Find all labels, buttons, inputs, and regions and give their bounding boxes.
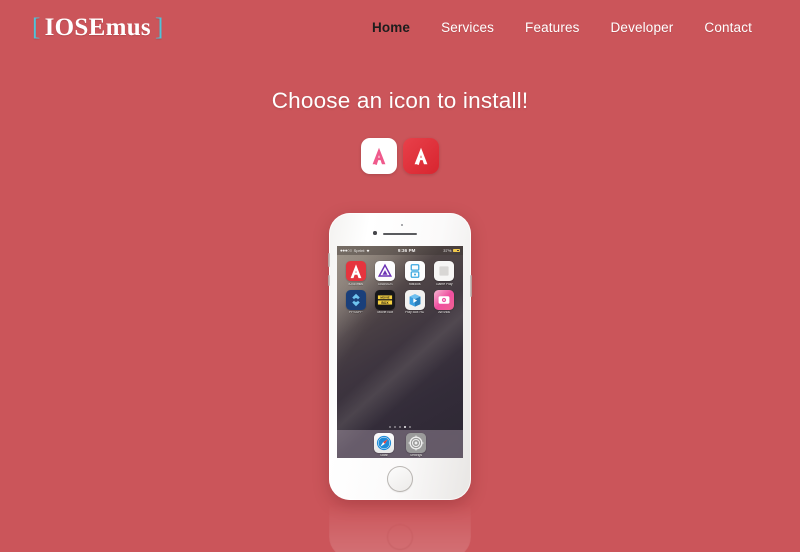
icon-choice-red[interactable] [403, 138, 439, 174]
logo-open-bracket: [ [32, 13, 41, 41]
app-ppsspp[interactable]: PPSSPP [341, 289, 371, 315]
nav-item-services[interactable]: Services [441, 20, 494, 35]
ios-dock: Safari Settings [337, 430, 463, 458]
app-label: Safari [379, 454, 389, 458]
app-gameplay[interactable]: Game Play [430, 261, 460, 286]
app-gba4ios[interactable]: GBA4iOS [371, 261, 401, 286]
phone-reflection [329, 502, 471, 552]
gba4ios-app-icon [375, 261, 396, 281]
svg-text:MOVIE: MOVIE [381, 295, 390, 299]
app-label: AirShou [438, 311, 451, 315]
app-label: nds4ios [408, 282, 421, 286]
wifi-icon [366, 249, 370, 252]
signal-strength-icon: ●●●○○ [340, 248, 353, 253]
iosemus-a-glyph-white-icon [414, 147, 428, 165]
app-label: PPSSPP [348, 311, 363, 315]
ios-home-screen-app-grid: IOSEmus GBA4iOS nds4ios Game Play PPSSPP… [337, 255, 463, 315]
gameplay-app-icon [434, 261, 455, 281]
airshou-app-icon [434, 289, 455, 310]
iosemus-app-icon [345, 261, 366, 281]
proximity-sensor-icon [401, 224, 403, 226]
iosemus-a-glyph-pink-icon [372, 147, 386, 165]
page-dot-active[interactable] [404, 426, 406, 428]
playboxhd-app-icon [404, 289, 425, 310]
reflected-home-button [387, 524, 413, 550]
nav-item-features[interactable]: Features [525, 20, 579, 35]
app-airshou[interactable]: AirShou [430, 289, 460, 315]
earpiece-speaker [383, 233, 417, 235]
status-bar-clock: 9:36 PM [397, 248, 416, 253]
ppsspp-app-icon [345, 289, 366, 310]
power-button [470, 275, 472, 297]
app-label: Game Play [435, 282, 453, 286]
settings-app-icon [406, 432, 426, 453]
page-dot[interactable] [394, 426, 396, 428]
app-iosemus[interactable]: IOSEmus [341, 261, 371, 286]
ios-status-bar: ●●●○○ Sprint 9:36 PM 37% [337, 246, 463, 255]
nav-item-contact[interactable]: Contact [704, 20, 752, 35]
battery-percent-label: 37% [443, 248, 452, 253]
app-label: Movie Box [377, 311, 394, 315]
app-label: GBA4iOS [377, 282, 393, 286]
app-nds4ios[interactable]: nds4ios [400, 261, 430, 286]
main-navigation: Home Services Features Developer Contact [372, 20, 752, 35]
volume-up-button [328, 253, 330, 267]
app-label: IOSEmus [348, 282, 363, 286]
iphone-device: ●●●○○ Sprint 9:36 PM 37% IOSEmus GBA4iOS… [328, 213, 472, 500]
icon-choice-list [0, 138, 800, 174]
logo-close-bracket: ] [154, 13, 164, 41]
app-label: Play Box HD [405, 311, 425, 315]
icon-choice-light[interactable] [361, 138, 397, 174]
phone-mockup-stage: ●●●○○ Sprint 9:36 PM 37% IOSEmus GBA4iOS… [0, 213, 800, 552]
home-screen-page-dots [337, 426, 463, 428]
safari-app-icon [374, 432, 394, 453]
nav-item-developer[interactable]: Developer [611, 20, 674, 35]
page-dot[interactable] [389, 426, 391, 428]
iphone-screen: ●●●○○ Sprint 9:36 PM 37% IOSEmus GBA4iOS… [337, 246, 463, 458]
volume-down-button [328, 275, 330, 286]
page-title: Choose an icon to install! [271, 88, 529, 113]
moviebox-app-icon: MOVIE BOX [375, 289, 396, 310]
page-dot[interactable] [409, 426, 411, 428]
logo-text: IOSEmus [44, 13, 151, 41]
battery-icon [453, 248, 460, 253]
app-moviebox[interactable]: MOVIE BOX Movie Box [371, 289, 401, 315]
app-label: Settings [409, 454, 423, 458]
page-dot[interactable] [399, 426, 401, 428]
home-button[interactable] [387, 466, 413, 492]
dock-app-settings[interactable]: Settings [406, 432, 426, 458]
svg-text:BOX: BOX [382, 301, 390, 305]
front-camera-icon [373, 231, 377, 235]
site-logo[interactable]: [IOSEmus] [28, 14, 168, 42]
carrier-label: Sprint [353, 248, 365, 253]
site-header: [IOSEmus] Home Services Features Develop… [0, 0, 800, 55]
nav-item-home[interactable]: Home [372, 20, 410, 35]
app-playboxhd[interactable]: Play Box HD [400, 289, 430, 315]
dock-app-safari[interactable]: Safari [374, 432, 394, 458]
nds4ios-app-icon [404, 261, 425, 281]
